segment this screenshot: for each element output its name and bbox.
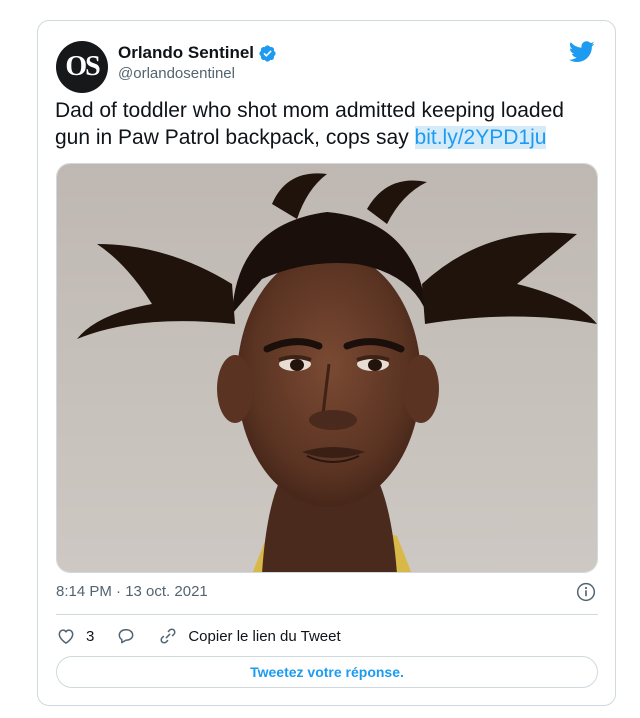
reply-bubble-icon (118, 629, 134, 644)
copy-link-button[interactable]: Copier le lien du Tweet (158, 626, 341, 646)
verified-icon (259, 44, 276, 62)
avatar[interactable]: OS (56, 41, 108, 93)
display-name[interactable]: Orlando Sentinel (118, 43, 254, 63)
author-name-row: Orlando Sentinel (118, 43, 277, 63)
copy-link-label: Copier le lien du Tweet (188, 627, 341, 645)
tweet-card: OS Orlando Sentinel @orlandosentinel Dad… (37, 20, 616, 706)
like-button[interactable]: 3 (56, 626, 94, 646)
info-icon[interactable] (576, 582, 596, 602)
heart-icon (58, 629, 74, 644)
twitter-bird-icon[interactable] (569, 41, 595, 63)
like-count: 3 (86, 627, 95, 645)
divider (56, 614, 598, 615)
tweet-photo[interactable] (56, 163, 598, 573)
reply-action[interactable] (116, 626, 136, 646)
tweet-text: Dad of toddler who shot mom admitted kee… (55, 97, 600, 151)
tweet-link[interactable]: bit.ly/2YPD1ju (414, 126, 547, 149)
link-icon (160, 628, 176, 644)
handle[interactable]: @orlandosentinel (118, 65, 235, 82)
tweet-timestamp[interactable]: 8:14 PM · 13 oct. 2021 (56, 583, 208, 600)
reply-button[interactable]: Tweetez votre réponse. (56, 656, 598, 688)
tweet-actions: 3 Copier le lien du Tweet (56, 624, 363, 648)
mugshot-image (57, 164, 597, 572)
